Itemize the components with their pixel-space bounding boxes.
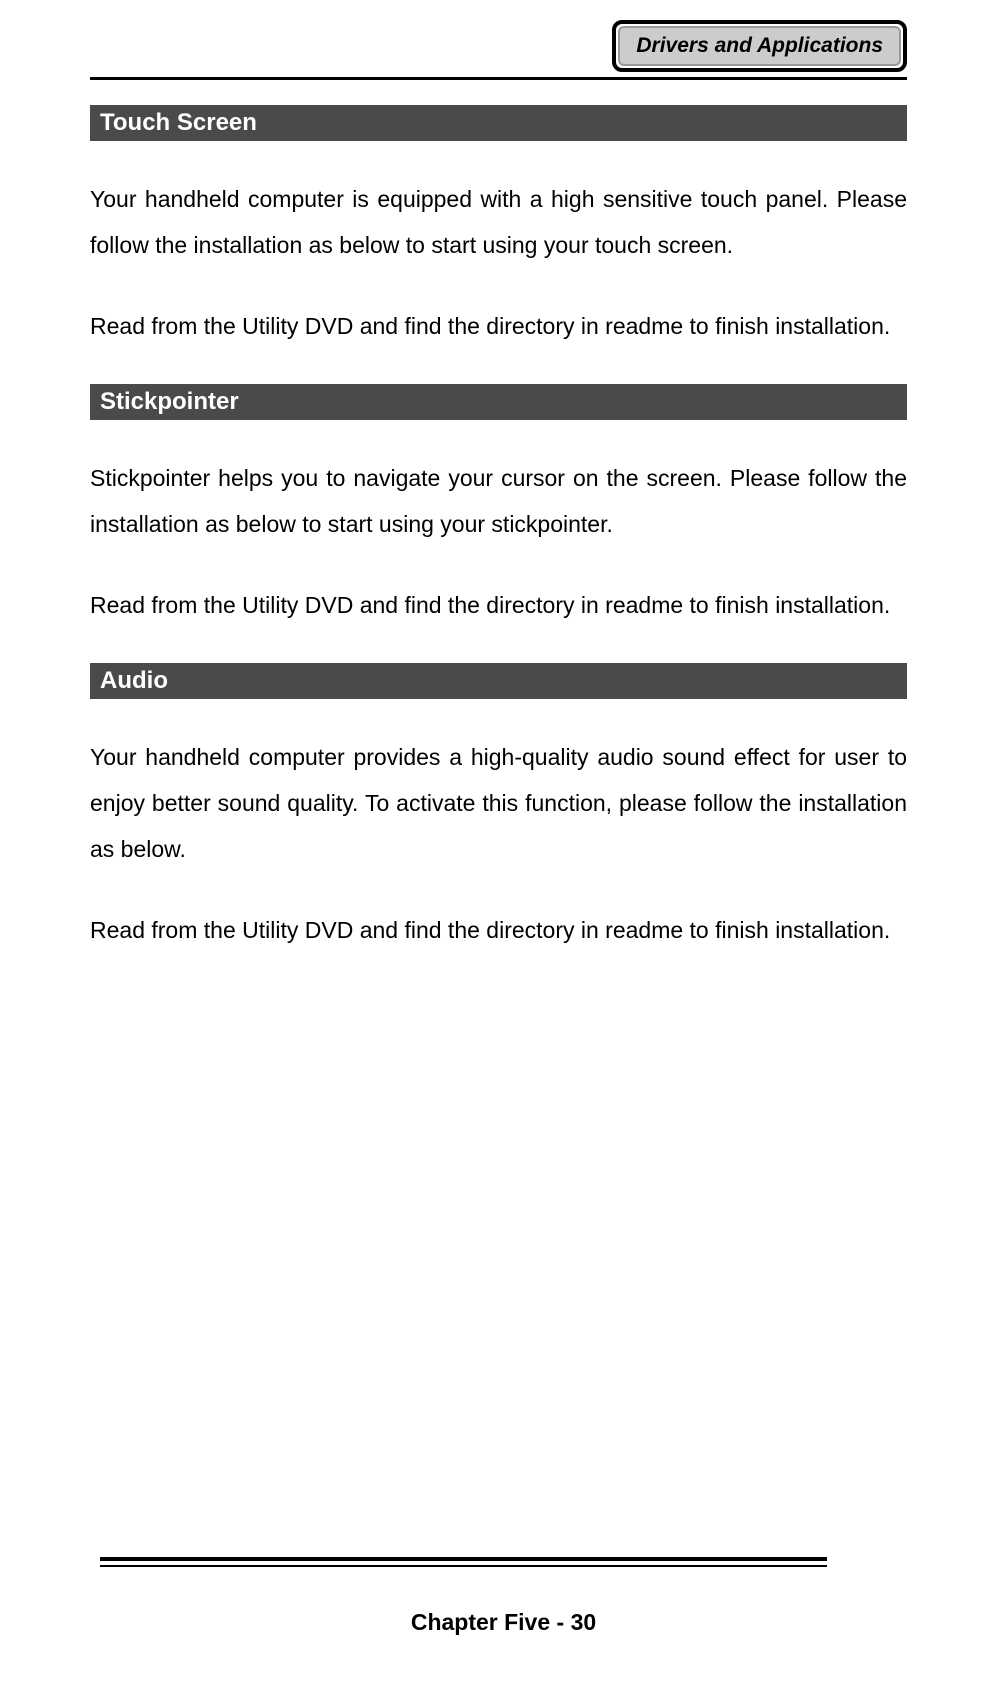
section-heading-touch-screen: Touch Screen — [90, 105, 907, 141]
body-paragraph: Your handheld computer provides a high-q… — [90, 734, 907, 872]
header-badge: Drivers and Applications — [618, 26, 901, 66]
footer-page-number: Chapter Five - 30 — [0, 1609, 1007, 1636]
body-paragraph: Your handheld computer is equipped with … — [90, 176, 907, 268]
header-divider — [90, 77, 907, 80]
body-paragraph: Read from the Utility DVD and find the d… — [90, 582, 907, 628]
header-badge-outer: Drivers and Applications — [612, 20, 907, 72]
body-paragraph: Read from the Utility DVD and find the d… — [90, 907, 907, 953]
page-container: Drivers and Applications Touch Screen Yo… — [0, 0, 1007, 953]
footer-divider-thin — [100, 1565, 827, 1567]
section-heading-audio: Audio — [90, 663, 907, 699]
body-paragraph: Stickpointer helps you to navigate your … — [90, 455, 907, 547]
header-area: Drivers and Applications — [90, 20, 907, 72]
section-heading-stickpointer: Stickpointer — [90, 384, 907, 420]
body-paragraph: Read from the Utility DVD and find the d… — [90, 303, 907, 349]
footer-divider-thick — [100, 1557, 827, 1561]
